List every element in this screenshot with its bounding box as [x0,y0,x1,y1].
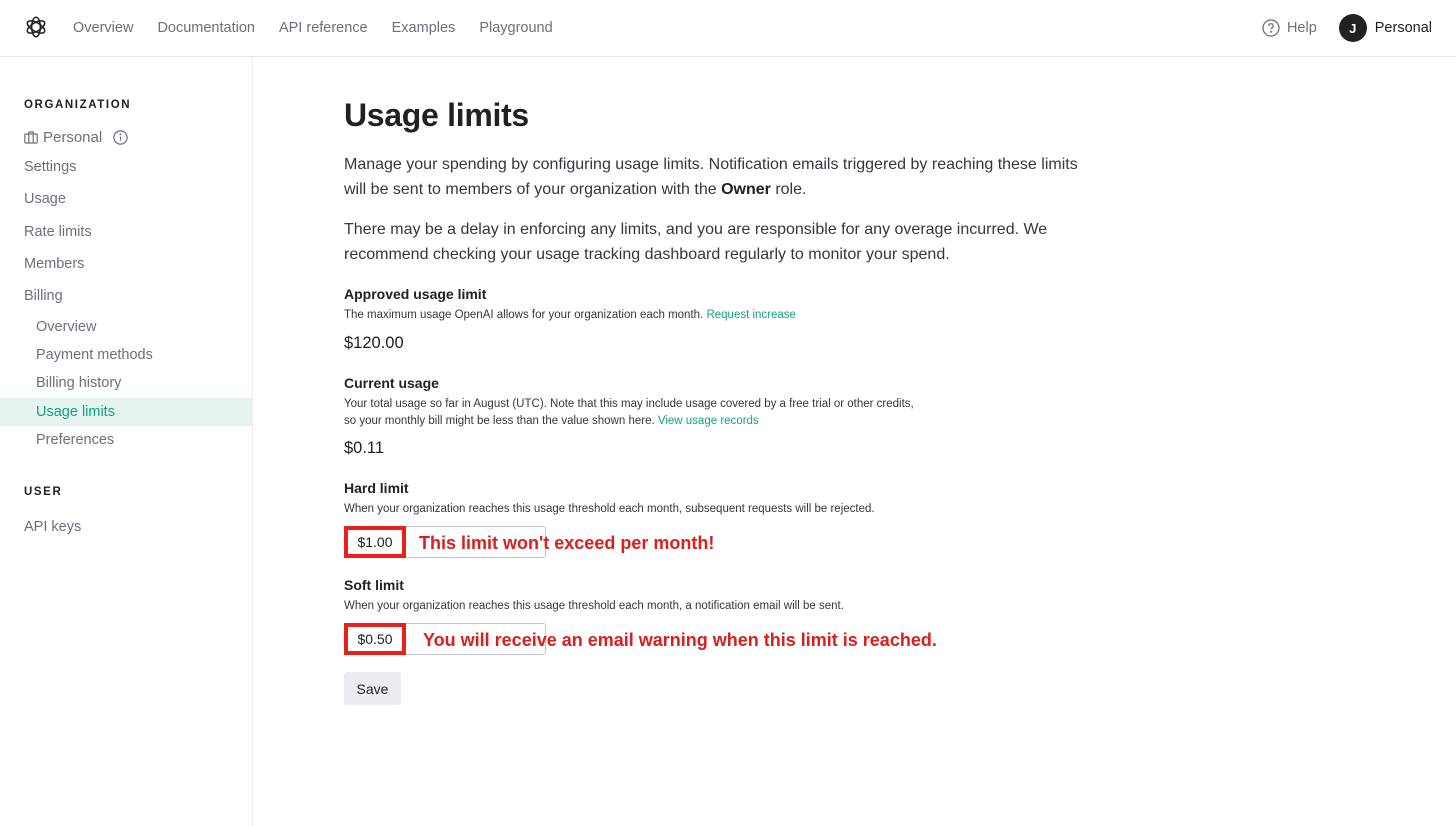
approved-limit-value: $120.00 [344,334,404,352]
nav-overview[interactable]: Overview [73,20,133,36]
sidebar-item-settings[interactable]: Settings [0,153,252,181]
current-usage-value: $0.11 [344,439,385,457]
current-usage-desc: Your total usage so far in August (UTC).… [344,396,929,429]
soft-limit-value[interactable]: $0.50 [344,623,406,655]
sidebar-item-payment-methods[interactable]: Payment methods [0,341,252,369]
current-usage-desc-text: Your total usage so far in August (UTC).… [344,398,914,427]
org-name: Personal [43,128,103,146]
intro-paragraph-2: There may be a delay in enforcing any li… [344,221,1048,263]
nav-examples[interactable]: Examples [392,20,456,36]
hard-limit-annotation: This limit won't exceed per month! [419,533,715,553]
soft-limit-annotation: You will receive an email warning when t… [423,630,937,650]
approved-limit-desc-text: The maximum usage OpenAI allows for your… [344,309,704,321]
sidebar-item-preferences[interactable]: Preferences [0,426,252,454]
save-button[interactable]: Save [344,672,401,705]
nav-right: Help J Personal [1262,0,1456,56]
nav-playground[interactable]: Playground [479,20,552,36]
briefcase-icon [24,130,38,144]
intro-paragraph-1: Manage your spending by configuring usag… [344,153,1084,202]
help-circle-icon [1262,19,1280,37]
sidebar-item-usage-limits[interactable]: Usage limits [0,398,252,426]
account-menu[interactable]: J Personal [1338,14,1432,42]
current-usage-label: Current usage [344,375,439,391]
avatar: J [1338,14,1367,42]
hard-limit-value[interactable]: $1.00 [344,526,406,558]
view-usage-records-link[interactable]: View usage records [658,415,759,427]
approved-limit-label: Approved usage limit [344,286,487,302]
owner-role: Owner [721,180,771,198]
sidebar: ORGANIZATION Personal Settings Usage Rat… [0,57,253,826]
sidebar-item-members[interactable]: Members [0,250,252,278]
help-button[interactable]: Help [1262,19,1317,37]
help-label: Help [1286,20,1317,36]
approved-limit-desc: The maximum usage OpenAI allows for your… [344,307,796,324]
account-name: Personal [1374,20,1432,36]
org-selector[interactable]: Personal [24,125,128,149]
openai-logo-icon[interactable] [23,14,49,40]
sidebar-item-billing[interactable]: Billing [0,282,252,310]
sidebar-item-billing-history[interactable]: Billing history [0,369,252,397]
intro-text-end: role. [770,180,807,198]
organization-heading: ORGANIZATION [24,99,132,111]
user-heading: USER [24,486,63,498]
intro-text: Manage your spending by configuring usag… [344,156,1078,198]
sidebar-item-api-keys[interactable]: API keys [0,513,252,541]
top-nav: Overview Documentation API reference Exa… [0,0,1456,57]
sidebar-item-usage[interactable]: Usage [0,185,252,213]
request-increase-link[interactable]: Request increase [706,309,796,321]
nav-documentation[interactable]: Documentation [157,20,255,36]
info-icon[interactable] [113,129,128,145]
soft-limit-desc: When your organization reaches this usag… [344,600,844,612]
soft-limit-label: Soft limit [344,577,404,593]
hard-limit-desc: When your organization reaches this usag… [344,503,875,515]
hard-limit-label: Hard limit [344,480,409,496]
page-title: Usage limits [344,97,529,133]
sidebar-item-rate-limits[interactable]: Rate limits [0,218,252,246]
sidebar-item-billing-overview[interactable]: Overview [0,313,252,341]
nav-api-reference[interactable]: API reference [279,20,368,36]
primary-nav: Overview Documentation API reference Exa… [73,0,577,56]
